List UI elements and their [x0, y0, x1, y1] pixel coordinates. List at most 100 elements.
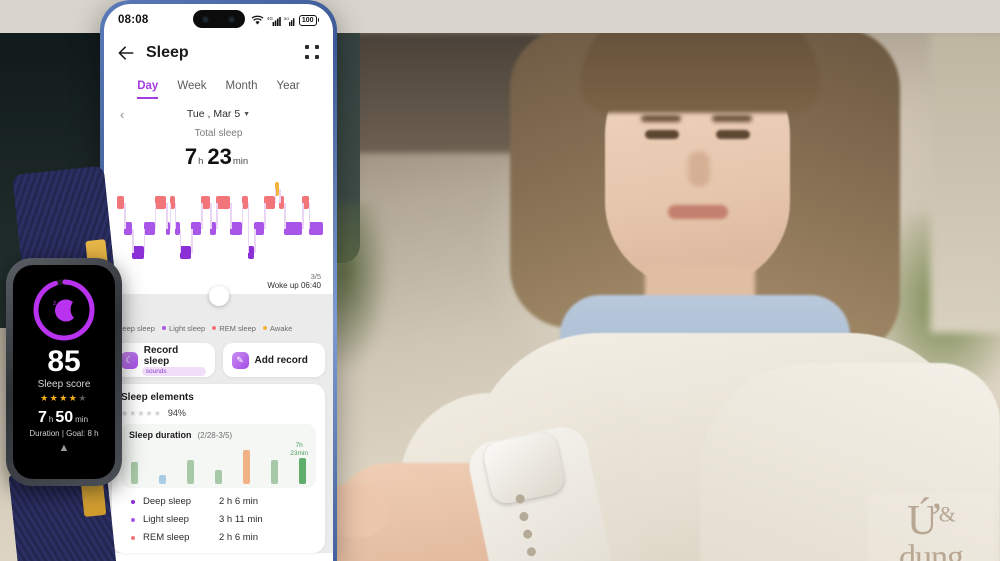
- record-sleep-badge: sounds: [141, 366, 206, 376]
- legend-rem-sleep: REM sleep: [212, 324, 256, 333]
- sleep-stage-connector: [284, 202, 286, 229]
- battery-level: 100: [301, 16, 314, 24]
- add-record-label: Add record: [254, 354, 308, 366]
- sleep-stage-connector: [302, 202, 304, 229]
- sleep-stage-bar: [230, 222, 242, 235]
- total-minutes: 23: [207, 144, 232, 169]
- tab-week[interactable]: Week: [177, 80, 206, 99]
- back-arrow-icon[interactable]: [116, 43, 136, 63]
- wake-info: 3/5 Woke up 06:40: [267, 272, 321, 290]
- watermark-line1: Ứ: [907, 497, 940, 544]
- photo-person-eye-left: [645, 130, 679, 139]
- watermark-line2: dụng: [899, 538, 964, 561]
- sleep-duration-title: Sleep duration: [129, 430, 192, 440]
- watermark-ampersand: &: [938, 501, 956, 527]
- sleep-stage-connector: [254, 228, 256, 253]
- watch-goal-text: Duration | Goal: 8 h: [29, 429, 99, 438]
- sleep-stage-connector: [169, 202, 172, 229]
- page-title: Sleep: [146, 44, 189, 61]
- sleep-stage-connector: [166, 202, 168, 229]
- signal-4g-icon: 4G: [267, 16, 281, 26]
- watch-duration: 7 h 50 min: [38, 409, 90, 427]
- grid-menu-icon[interactable]: [305, 45, 321, 61]
- status-icons: 4G 5G 100: [251, 14, 319, 26]
- sleep-stage-chart[interactable]: 3/5 Woke up 06:40: [114, 182, 323, 290]
- sleep-duration-card: Sleep duration (2/28-3/5) 7h 23min: [121, 424, 316, 488]
- elements-percent: 94%: [167, 408, 186, 418]
- watermark: Ứ& dụng: [868, 493, 994, 561]
- tab-year[interactable]: Year: [277, 80, 300, 99]
- scrubber-knob[interactable]: [208, 286, 229, 306]
- photo-person-hair-top: [580, 33, 820, 113]
- record-sleep-label: Record sleep: [143, 344, 179, 367]
- watch-duration-hours: 7: [37, 409, 47, 426]
- photo-person-eye-right: [716, 130, 750, 139]
- sleep-stage-bar: [216, 196, 231, 209]
- battery-icon: 100: [298, 14, 319, 26]
- duration-bar: [131, 461, 138, 484]
- sleep-stage-bar: [308, 222, 323, 235]
- woke-up-time: Woke up 06:40: [267, 281, 321, 290]
- stage-legend: Deep sleep Light sleep REM sleep Awake: [104, 320, 333, 336]
- sleep-score-ring: z z: [31, 277, 97, 343]
- duration-bar: [159, 474, 166, 484]
- sleep-stage-connector: [230, 202, 232, 229]
- duration-bar: [299, 458, 306, 484]
- date-navigator: ‹ Tue , Mar 5 ▼: [104, 107, 333, 122]
- duration-legend-rem: REM sleep 2 h 6 min: [131, 532, 316, 543]
- watch-duration-minutes-unit: min: [75, 415, 89, 424]
- svg-text:z: z: [53, 300, 56, 307]
- total-minutes-unit: min: [232, 156, 249, 167]
- record-sleep-button[interactable]: ☾ Record sleep sounds: [112, 343, 215, 377]
- photo-person-mouth: [668, 205, 728, 219]
- sleep-stage-bar: [132, 246, 144, 259]
- total-hours: 7: [184, 144, 198, 169]
- sleep-stage-connector: [143, 228, 146, 253]
- sleep-elements-title: Sleep elements: [121, 392, 194, 403]
- svg-text:z: z: [57, 304, 61, 313]
- smart-watch-device: z z 85 Sleep score ★★★★★ 7 h 50 min Duratio…: [4, 165, 126, 561]
- photo-person-brow-left: [641, 115, 681, 122]
- sleep-stage-connector: [241, 202, 244, 229]
- duration-legend-light: Light sleep 3 h 11 min: [131, 514, 316, 525]
- add-record-button[interactable]: ✎ Add record: [222, 343, 325, 377]
- tab-day[interactable]: Day: [137, 80, 159, 99]
- watch-duration-minutes: 50: [55, 409, 74, 426]
- duration-legend-deep: Deep sleep 2 h 6 min: [131, 496, 316, 507]
- watch-score-label: Sleep score: [37, 379, 91, 390]
- caret-down-icon[interactable]: ▼: [243, 111, 250, 118]
- chart-scrubber[interactable]: [104, 286, 333, 320]
- selected-date[interactable]: Tue , Mar 5: [187, 108, 240, 120]
- duration-bar: [187, 460, 194, 484]
- action-button-row: ☾ Record sleep sounds ✎ Add record: [104, 336, 333, 377]
- photo-person-nose: [688, 151, 710, 187]
- sleep-stage-connector: [179, 228, 182, 253]
- watch-duration-hours-unit: h: [48, 415, 54, 424]
- sleep-stage-connector: [247, 202, 250, 253]
- watch-screen[interactable]: z z 85 Sleep score ★★★★★ 7 h 50 min Duratio…: [13, 265, 115, 479]
- elements-stars: ★★★★★: [121, 408, 162, 418]
- sleep-stage-connector: [132, 228, 134, 253]
- screenshot-root: Ứ& dụng 08:08 4G 5G 100 Sleep Day Week M…: [0, 0, 1000, 561]
- tab-month[interactable]: Month: [226, 80, 258, 99]
- total-sleep-value: 7h 23min: [104, 144, 333, 170]
- total-sleep-label: Total sleep: [194, 128, 243, 139]
- sleep-stage-connector: [201, 202, 203, 229]
- period-tabs: Day Week Month Year: [104, 80, 333, 99]
- status-time: 08:08: [118, 14, 149, 26]
- app-bar: Sleep: [104, 36, 333, 70]
- sleep-duration-note: 7h 23min: [290, 442, 308, 457]
- prev-day-icon[interactable]: ‹: [120, 107, 124, 122]
- sleep-duration-header: Sleep duration (2/28-3/5): [129, 430, 308, 440]
- lower-cards: Sleep elements ★★★★★ 94% Sleep duration …: [104, 377, 333, 553]
- sleep-stage-bar: [284, 222, 303, 235]
- sleep-stage-bar: [264, 196, 275, 209]
- sleep-stage-connector: [274, 189, 277, 203]
- legend-light-sleep: Light sleep: [161, 324, 205, 333]
- moon-zzz-icon: z z: [31, 277, 97, 343]
- chevron-up-icon[interactable]: ▲: [59, 442, 70, 454]
- phone-screen: 08:08 4G 5G 100 Sleep Day Week Month Yea…: [104, 4, 333, 561]
- duration-bar: [243, 450, 250, 484]
- svg-text:5G: 5G: [284, 16, 289, 21]
- sleep-elements-summary: ★★★★★ 94%: [121, 408, 316, 418]
